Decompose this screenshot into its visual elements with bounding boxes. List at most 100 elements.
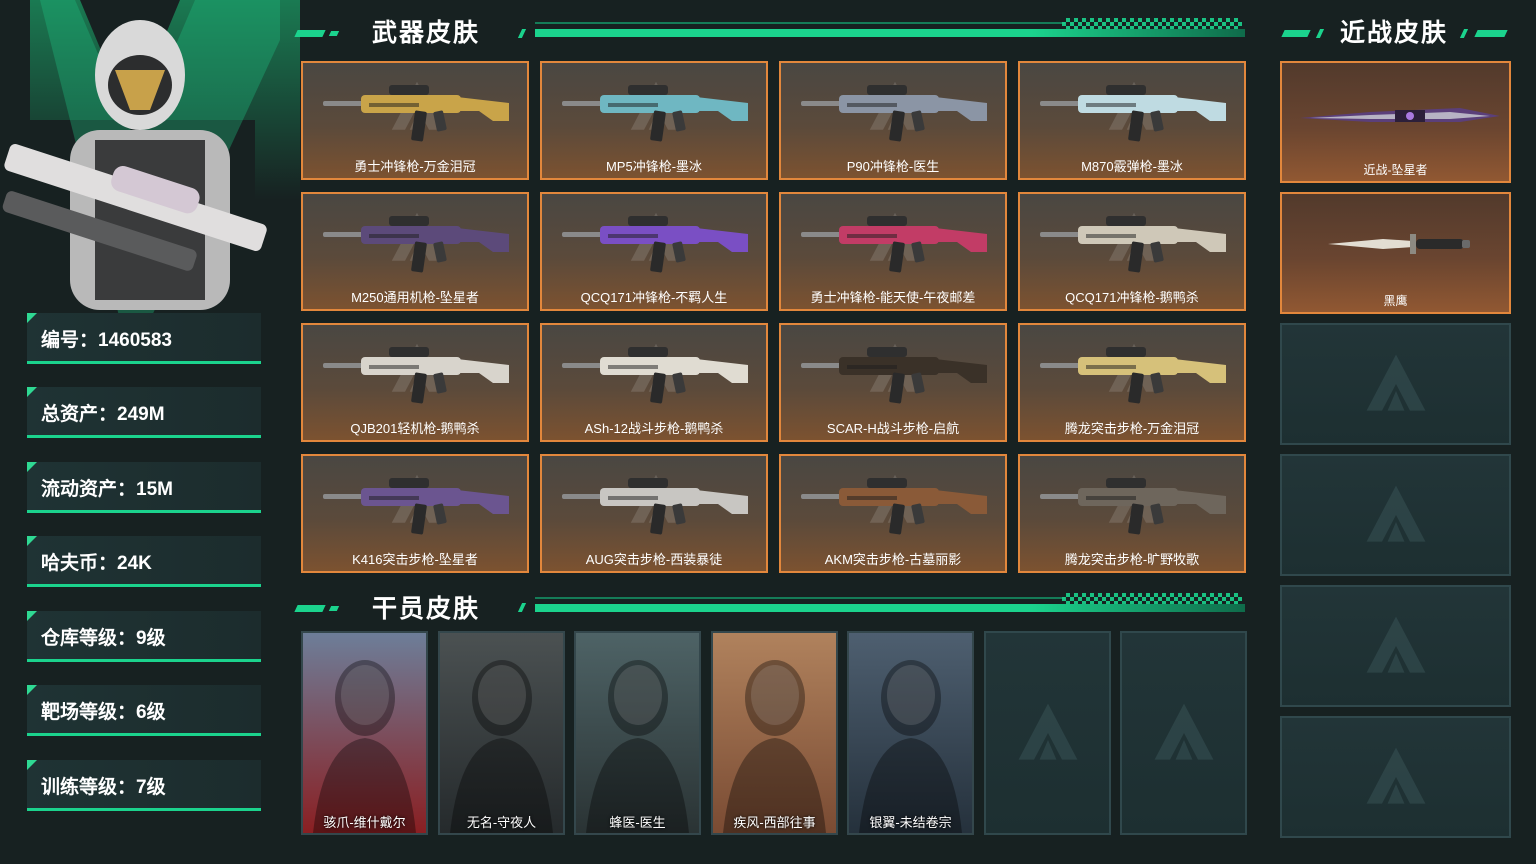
header-bar: [535, 604, 1245, 612]
weapon-name: K416突击步枪-坠星者: [352, 552, 478, 567]
operator-card[interactable]: 疾风-西部往事: [711, 631, 838, 835]
stat-warehouse-level: 仓库等级：9级: [27, 611, 261, 662]
header-accent: [328, 606, 340, 611]
weapon-icon: [801, 216, 987, 273]
weapon-icon: [1040, 216, 1226, 273]
header-accent: [1474, 30, 1508, 37]
header-accent: [328, 31, 340, 36]
weapon-card[interactable]: M250通用机枪-坠星者: [301, 192, 529, 311]
operator-skins-title: 干员皮肤: [372, 595, 481, 623]
weapon-icon: [562, 216, 748, 273]
corner-accent: [27, 536, 37, 546]
stat-training-level: 训练等级：7级: [27, 760, 261, 811]
stat-label: 训练等级：: [41, 777, 137, 798]
weapon-card[interactable]: QJB201轻机枪-鹅鸭杀: [301, 323, 529, 442]
stat-label: 总资产：: [41, 404, 118, 425]
operator-name: 银翼-未结卷宗: [869, 815, 952, 830]
stat-value: 6级: [136, 702, 166, 723]
weapon-name: MP5冲锋枪-墨冰: [605, 159, 703, 174]
weapon-icon: [323, 478, 509, 535]
weapon-card[interactable]: 勇士冲锋枪-能天使-午夜邮差: [779, 192, 1007, 311]
melee-skins-title: 近战皮肤: [1340, 19, 1449, 47]
weapon-icon: [801, 347, 987, 404]
stat-value: 1460583: [98, 330, 172, 351]
weapon-card[interactable]: 腾龙突击步枪-旷野牧歌: [1018, 454, 1246, 573]
weapon-card[interactable]: QCQ171冲锋枪-不羁人生: [540, 192, 768, 311]
weapon-name: SCAR-H战斗步枪-启航: [826, 421, 960, 436]
melee-card[interactable]: 近战-坠星者: [1280, 61, 1511, 183]
header-accent: [1281, 30, 1311, 37]
weapon-name: P90冲锋枪-医生: [846, 159, 940, 174]
operator-name: 疾风-西部往事: [733, 815, 816, 830]
corner-accent: [27, 760, 37, 770]
weapon-name: AKM突击步枪-古墓丽影: [824, 552, 962, 567]
header-accent: [1315, 29, 1325, 38]
header-bar: [535, 29, 1245, 37]
weapon-card[interactable]: MP5冲锋枪-墨冰: [540, 61, 768, 180]
weapon-name: 腾龙突击步枪-万金泪冠: [1064, 421, 1200, 436]
melee-name: 近战-坠星者: [1363, 163, 1428, 177]
operator-card[interactable]: 蜂医-医生: [574, 631, 701, 835]
weapon-card[interactable]: AKM突击步枪-古墓丽影: [779, 454, 1007, 573]
weapon-name: QJB201轻机枪-鹅鸭杀: [350, 421, 480, 436]
empty-slot: [1280, 454, 1511, 576]
corner-accent: [27, 685, 37, 695]
weapon-name: 腾龙突击步枪-旷野牧歌: [1064, 552, 1200, 567]
header-accent: [294, 605, 326, 612]
operator-name: 蜂医-医生: [609, 815, 666, 830]
header-accent: [517, 29, 527, 38]
operator-portrait-icon: [450, 660, 553, 833]
corner-accent: [27, 313, 37, 323]
weapon-name: QCQ171冲锋枪-不羁人生: [580, 290, 728, 305]
operator-portrait-icon: [313, 660, 416, 833]
weapon-icon: [323, 347, 509, 404]
stat-label: 哈夫币：: [41, 553, 118, 574]
weapon-icon: [1040, 478, 1226, 535]
weapon-card[interactable]: QCQ171冲锋枪-鹅鸭杀: [1018, 192, 1246, 311]
weapon-card[interactable]: K416突击步枪-坠星者: [301, 454, 529, 573]
weapon-card[interactable]: 勇士冲锋枪-万金泪冠: [301, 61, 529, 180]
stat-value: 15M: [136, 479, 173, 500]
stat-total-assets: 总资产：249M: [27, 387, 261, 438]
weapon-icon: [323, 85, 509, 142]
header-accent: [1459, 29, 1469, 38]
stat-value: 7级: [136, 777, 166, 798]
weapon-name: 勇士冲锋枪-能天使-午夜邮差: [810, 290, 976, 305]
weapon-name: QCQ171冲锋枪-鹅鸭杀: [1065, 290, 1199, 305]
weapon-icon: [1040, 347, 1226, 404]
operator-portrait-icon: [586, 660, 689, 833]
weapon-icon: [562, 85, 748, 142]
weapon-icon: [562, 478, 748, 535]
weapon-name: AUG突击步枪-西装暴徒: [585, 552, 723, 567]
header-divider: [535, 597, 1065, 599]
operator-name: 骇爪-维什戴尔: [323, 815, 406, 830]
operator-portrait-icon: [859, 660, 962, 833]
dagger-icon: [1300, 108, 1500, 122]
weapon-card[interactable]: P90冲锋枪-医生: [779, 61, 1007, 180]
header-divider: [535, 22, 1065, 24]
melee-name: 黑鹰: [1383, 294, 1408, 308]
melee-card[interactable]: 黑鹰: [1280, 192, 1511, 314]
stat-label: 编号：: [41, 330, 99, 351]
weapon-card[interactable]: SCAR-H战斗步枪-启航: [779, 323, 1007, 442]
stat-liquid-assets: 流动资产：15M: [27, 462, 261, 513]
weapon-card[interactable]: M870霰弹枪-墨冰: [1018, 61, 1246, 180]
weapon-card[interactable]: AUG突击步枪-西装暴徒: [540, 454, 768, 573]
stat-label: 流动资产：: [41, 479, 137, 500]
operator-card[interactable]: 骇爪-维什戴尔: [301, 631, 428, 835]
stat-value: 24K: [117, 553, 152, 574]
operator-card[interactable]: 银翼-未结卷宗: [847, 631, 974, 835]
empty-slot: [1280, 585, 1511, 707]
stat-label: 仓库等级：: [41, 628, 137, 649]
weapon-name: 勇士冲锋枪-万金泪冠: [354, 159, 476, 174]
weapon-card[interactable]: 腾龙突击步枪-万金泪冠: [1018, 323, 1246, 442]
corner-accent: [27, 387, 37, 397]
empty-slot: [1120, 631, 1247, 835]
weapon-card[interactable]: ASh-12战斗步枪-鹅鸭杀: [540, 323, 768, 442]
corner-accent: [27, 611, 37, 621]
operator-portrait: [0, 0, 300, 320]
stat-value: 9级: [136, 628, 166, 649]
empty-slot: [1280, 323, 1511, 445]
operator-portrait-icon: [723, 660, 826, 833]
operator-card[interactable]: 无名-守夜人: [438, 631, 565, 835]
